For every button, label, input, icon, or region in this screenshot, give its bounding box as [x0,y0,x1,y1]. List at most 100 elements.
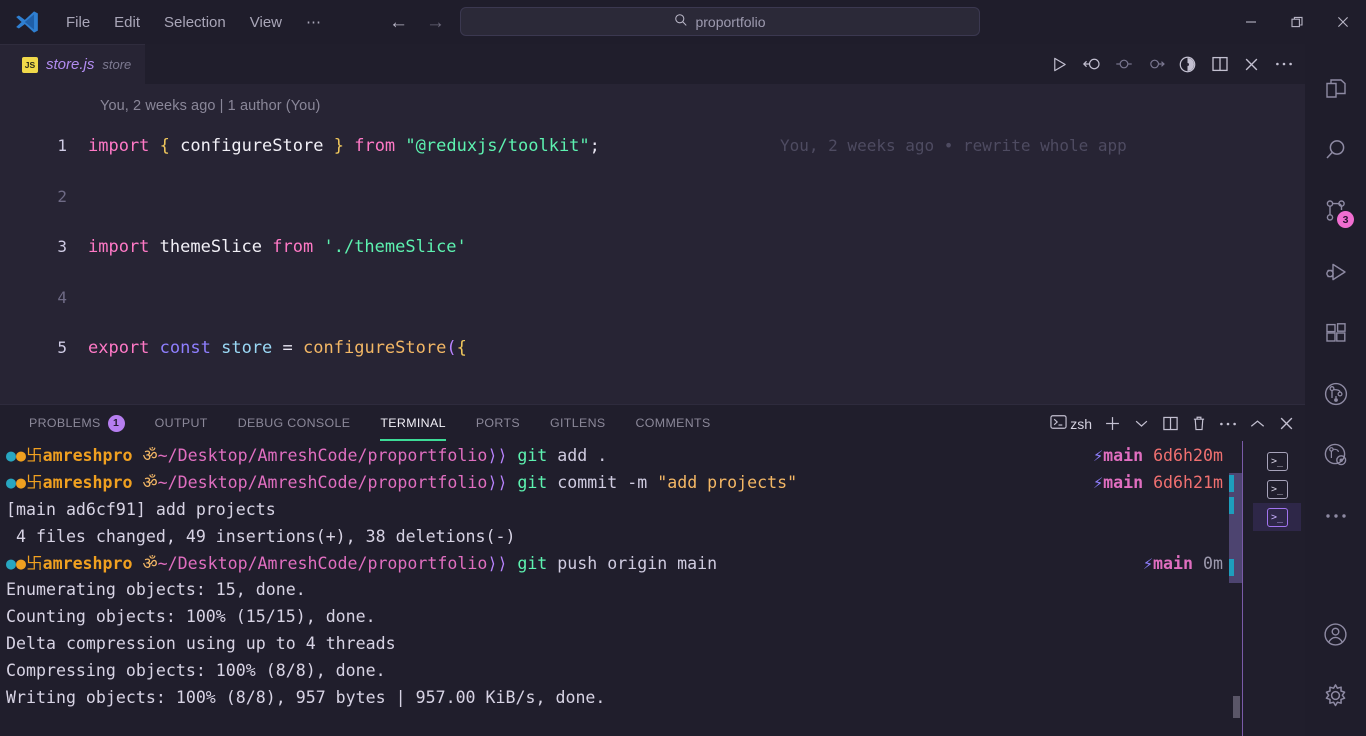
split-editor-right-icon[interactable] [1206,51,1233,78]
terminal-output-line: Writing objects: 100% (8/8), 957 bytes |… [0,685,1243,712]
terminal-command: git [517,472,548,492]
panel-tab-terminal[interactable]: TERMINAL [369,405,456,441]
gitlens-next-change-icon[interactable] [1142,51,1169,78]
maximize-button[interactable] [1274,0,1320,44]
source-control-badge: 3 [1337,211,1354,228]
token: { [456,338,467,358]
panel-tab-problems[interactable]: PROBLEMS 1 [18,405,136,441]
accounts-button[interactable] [1305,604,1366,665]
terminal-output-line: [main ad6cf91] add projects [0,497,1243,524]
terminal-output[interactable]: ●●卐amreshpro ॐ~/Desktop/AmreshCode/propo… [0,441,1243,736]
menu-file[interactable]: File [54,10,102,35]
chevron-up-icon[interactable] [1244,411,1270,437]
terminal-instance-1[interactable]: >_ [1253,447,1301,475]
editor-and-panel-column: JS store.js store You, 2 weeks ago | 1 a… [0,44,1305,736]
more-icon [1325,513,1346,518]
arrow-left-icon[interactable]: ← [389,13,408,32]
sidebar-item-gitlens[interactable] [1305,363,1366,424]
sidebar-item-explorer[interactable] [1305,58,1366,119]
terminal-output-text: 4 files changed, 49 insertions(+), 38 de… [6,526,516,546]
code-line: 1 import { configureStore } from "@reduxj… [0,121,1305,172]
editor-tab-store-js[interactable]: JS store.js store [0,44,146,84]
menu-more-icon[interactable]: ⋯ [294,9,333,35]
more-panel-actions-icon[interactable] [1215,411,1241,437]
token: configureStore [180,136,324,156]
menu-bar: File Edit Selection View ⋯ [54,9,333,35]
line-text: import { configureStore } from "@reduxjs… [88,121,600,172]
panel-tab-gitlens[interactable]: GITLENS [539,405,616,441]
terminal-shell-selector[interactable]: zsh [1046,411,1096,437]
manage-settings-button[interactable] [1305,665,1366,726]
terminal-branch-name: main [1103,446,1144,465]
gitlens-blame-toggle-icon[interactable] [1174,51,1201,78]
panel-actions: zsh [1046,405,1299,442]
panel-tab-label: PORTS [475,416,521,430]
sidebar-item-source-control[interactable]: 3 [1305,180,1366,241]
panel-tab-comments[interactable]: COMMENTS [625,405,722,441]
activity-bar: 3 [1305,44,1366,736]
search-icon [1325,139,1344,159]
code-line: 4 [0,273,1305,324]
terminal-command: git [517,553,548,573]
new-terminal-button[interactable] [1099,411,1125,437]
terminal-branch-name: main [1103,472,1144,492]
arrow-right-icon[interactable]: → [426,13,445,32]
code-editor[interactable]: You, 2 weeks ago | 1 author (You) 1 impor… [0,84,1305,404]
terminal-prompt-symbol: 卐 [26,446,43,465]
terminal-path: ~/Desktop/AmreshCode/proportfolio [157,446,488,465]
terminal-instance-2[interactable]: >_ [1253,475,1301,503]
split-terminal-icon[interactable] [1157,411,1183,437]
terminal-command-line: ●●卐amreshpro ॐ~/Desktop/AmreshCode/propo… [0,551,1243,578]
token: "@reduxjs/toolkit" [405,136,590,156]
more-editor-actions-icon[interactable] [1270,51,1297,78]
vscode-logo-icon[interactable] [0,9,54,35]
terminal-status-dot: ● [6,553,16,573]
terminal-scrollbar-thumb-lower[interactable] [1233,696,1240,718]
sidebar-item-extensions[interactable] [1305,302,1366,363]
terminal-output-line: Enumerating objects: 15, done. [0,577,1243,604]
menu-selection[interactable]: Selection [152,10,238,35]
terminal-output-text: Compressing objects: 100% (8/8), done. [6,661,386,681]
terminal-icon: >_ [1266,451,1288,471]
run-code-button[interactable] [1046,51,1073,78]
terminal-username: amreshpro [42,446,133,465]
menu-view[interactable]: View [238,10,294,35]
terminal-prompt-circle: ● [16,472,26,492]
terminal-output-text: [main ad6cf91] add projects [6,499,276,519]
account-icon [1324,623,1347,646]
sidebar-item-more-views[interactable] [1305,485,1366,546]
trash-icon[interactable] [1186,411,1212,437]
panel-tab-ports[interactable]: PORTS [465,405,531,441]
sidebar-item-gitlens-inspect[interactable] [1305,424,1366,485]
close-panel-icon[interactable] [1273,411,1299,437]
terminal-instance-3[interactable]: >_ [1253,503,1301,531]
command-decoration-2 [1229,497,1234,514]
bottom-panel: PROBLEMS 1 OUTPUT DEBUG CONSOLE TERMINAL PORT… [0,404,1305,736]
om-icon: ॐ [142,446,158,465]
gitlens-compare-icon[interactable] [1078,51,1105,78]
menu-edit[interactable]: Edit [102,10,152,35]
terminal-icon [1050,414,1067,433]
panel-tab-debug-console[interactable]: DEBUG CONSOLE [227,405,362,441]
terminal-scrollbar[interactable] [1229,441,1243,736]
gitlens-inspect-icon [1324,443,1346,465]
terminal-command-line: ●●卐amreshpro ॐ~/Desktop/AmreshCode/propo… [0,443,1243,470]
command-center-search[interactable]: proportfolio [460,7,980,36]
token: import [88,237,150,257]
sidebar-item-run-and-debug[interactable] [1305,241,1366,302]
chevron-down-icon[interactable] [1128,411,1154,437]
panel-tab-output[interactable]: OUTPUT [144,405,219,441]
command-decoration-3 [1229,559,1234,576]
gitlens-previous-change-icon[interactable] [1110,51,1137,78]
terminal-branch-name: main [1153,553,1194,573]
line-number: 5 [57,338,67,357]
minimize-button[interactable] [1228,0,1274,44]
line-number: 3 [57,237,67,256]
close-window-button[interactable] [1320,0,1366,44]
terminal-icon: >_ [1266,479,1288,499]
close-editor-icon[interactable] [1238,51,1265,78]
sidebar-item-search[interactable] [1305,119,1366,180]
